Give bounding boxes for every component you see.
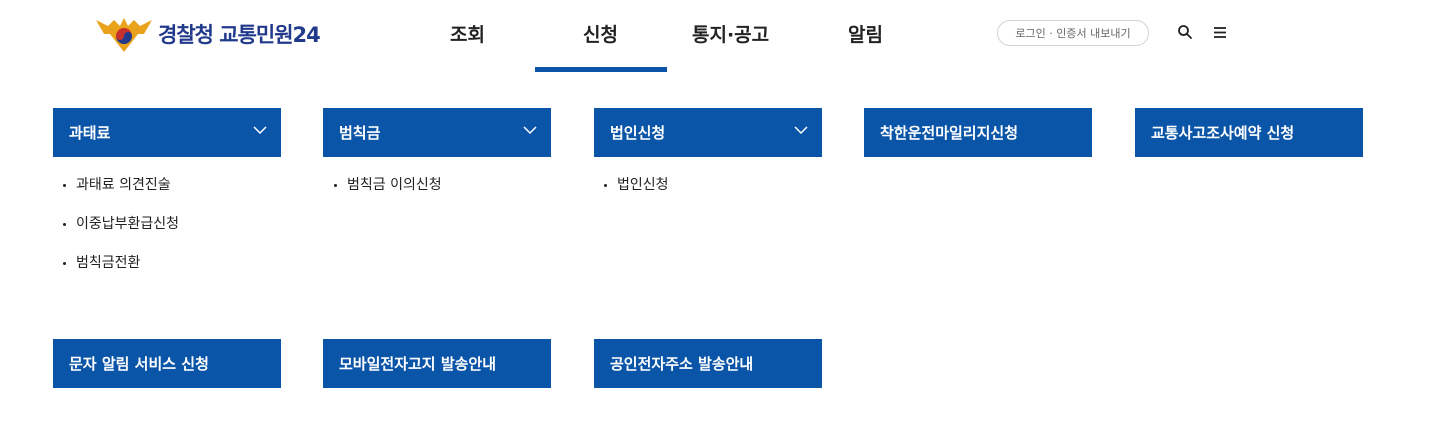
card-accident-investigation-title: 교통사고조사예약 신청 <box>1151 124 1295 142</box>
submenu-fine-opinion[interactable]: 과태료 의견진술 <box>63 175 179 214</box>
card-penalty-title: 범칙금 <box>339 124 381 142</box>
card-mobile-notice[interactable]: 모바일전자고지 발송안내 <box>323 339 551 388</box>
card-fine[interactable]: 과태료 <box>53 108 281 157</box>
nav-active-indicator <box>535 67 667 72</box>
card-corporate-title: 법인신청 <box>610 124 666 142</box>
login-certificate-button[interactable]: 로그인 · 인증서 내보내기 <box>997 20 1149 46</box>
police-emblem-icon <box>96 18 152 52</box>
card-sms-alert[interactable]: 문자 알림 서비스 신청 <box>53 339 281 388</box>
fine-submenu: 과태료 의견진술 이중납부환급신청 범칙금전환 <box>63 175 179 292</box>
card-accident-investigation[interactable]: 교통사고조사예약 신청 <box>1135 108 1363 157</box>
submenu-corporate-apply[interactable]: 법인신청 <box>604 175 669 214</box>
submenu-double-payment-refund[interactable]: 이중납부환급신청 <box>63 214 179 253</box>
menu-icon[interactable] <box>1212 24 1228 40</box>
nav-item-inquiry[interactable]: 조회 <box>450 20 485 47</box>
chevron-down-icon <box>794 126 808 135</box>
card-corporate[interactable]: 법인신청 <box>594 108 822 157</box>
search-icon[interactable] <box>1177 24 1193 40</box>
site-title: 경찰청 교통민원24 <box>158 23 321 47</box>
card-mobile-notice-title: 모바일전자고지 발송안내 <box>339 355 497 373</box>
site-logo[interactable]: 경찰청 교통민원24 <box>94 14 321 54</box>
nav-item-alert[interactable]: 알림 <box>848 20 883 47</box>
nav-item-notice[interactable]: 통지·공고 <box>692 20 769 47</box>
submenu-penalty-conversion[interactable]: 범칙금전환 <box>63 253 179 292</box>
corporate-submenu: 법인신청 <box>604 175 669 214</box>
card-certified-address[interactable]: 공인전자주소 발송안내 <box>594 339 822 388</box>
card-good-driving-mileage[interactable]: 착한운전마일리지신청 <box>864 108 1092 157</box>
card-certified-address-title: 공인전자주소 발송안내 <box>610 355 754 373</box>
site-header: 경찰청 교통민원24 조회 신청 통지·공고 알림 로그인 · 인증서 내보내기 <box>0 0 1430 72</box>
chevron-down-icon <box>253 126 267 135</box>
nav-item-apply[interactable]: 신청 <box>583 20 618 47</box>
chevron-down-icon <box>523 126 537 135</box>
card-penalty[interactable]: 범칙금 <box>323 108 551 157</box>
card-sms-alert-title: 문자 알림 서비스 신청 <box>69 355 209 373</box>
card-good-driving-mileage-title: 착한운전마일리지신청 <box>880 124 1019 142</box>
card-fine-title: 과태료 <box>69 124 111 142</box>
penalty-submenu: 범칙금 이의신청 <box>334 175 442 214</box>
submenu-penalty-objection[interactable]: 범칙금 이의신청 <box>334 175 442 214</box>
